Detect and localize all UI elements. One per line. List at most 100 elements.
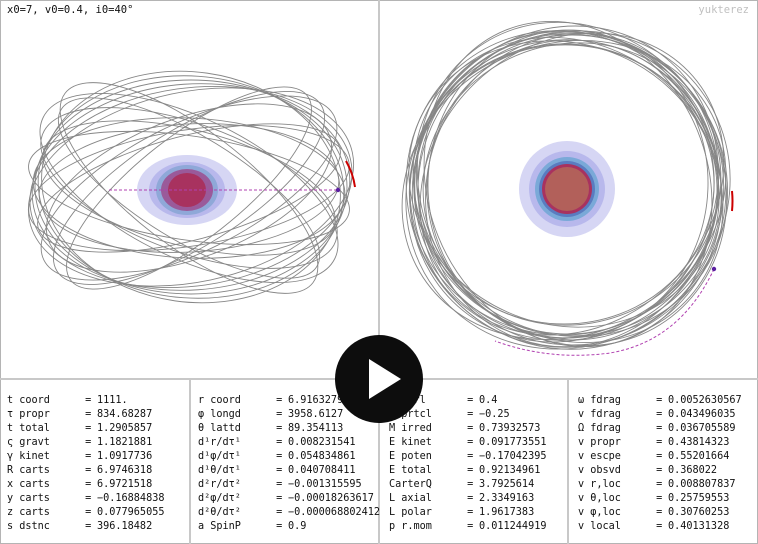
info-row: ς gravt = 1.1821881 [7,436,164,450]
info-value: 0.043496035 [668,409,736,420]
info-label: d²r/dτ² [198,479,241,490]
equals-sign: = [270,395,289,406]
equals-sign: = [650,409,669,420]
info-value: 0.011244919 [479,521,547,532]
info-value: 1.9617383 [479,507,535,518]
info-label: L axial [389,493,432,504]
watermark: yukterez [698,4,749,16]
side-view-plot [27,70,356,304]
equals-sign: = [461,507,480,518]
top-view-plot [401,20,734,356]
particle-top [711,266,717,272]
info-row: v fdrag = 0.043496035 [578,408,742,422]
info-value: 0.077965055 [97,507,165,518]
info-row: p r.mom = 0.011244919 [389,520,546,534]
info-row: a SpinP = 0.9 [198,520,380,534]
info-label: E kinet [389,437,432,448]
equals-sign: = [270,465,289,476]
info-value: 0.92134961 [479,465,541,476]
equals-sign: = [650,493,669,504]
info-value: 0.73932573 [479,423,541,434]
info-label: d¹θ/dτ¹ [198,465,241,476]
info-value: 6.9721518 [97,479,153,490]
info-row: d¹θ/dτ¹ = 0.040708411 [198,464,380,478]
info-value: 0.9 [288,521,307,532]
info-row: d²θ/dτ² = −0.000068802412 [198,506,380,520]
info-value: 834.68287 [97,409,153,420]
info-value: 0.40131328 [668,521,730,532]
equals-sign: = [650,451,669,462]
info-value: 0.43814323 [668,437,730,448]
info-label: z carts [7,507,50,518]
info-label: v local [578,521,621,532]
info-label: v fdrag [578,409,621,420]
equals-sign: = [270,423,289,434]
info-label: d¹φ/dτ¹ [198,451,241,462]
info-row: L polar = 1.9617383 [389,506,546,520]
info-row: z carts = 0.077965055 [7,506,164,520]
info-label: θ lattd [198,423,241,434]
equals-sign: = [270,451,289,462]
info-label: p r.mom [389,521,432,532]
info-label: y carts [7,493,50,504]
equals-sign: = [79,437,98,448]
info-label: v θ,loc [578,493,621,504]
info-value: 0.0052630567 [668,395,742,406]
equals-sign: = [650,521,669,532]
equals-sign: = [79,521,98,532]
info-label: R carts [7,465,50,476]
info-row: M irred = 0.73932573 [389,422,546,436]
play-icon [369,359,401,399]
info-value: −0.16884838 [97,493,165,504]
info-value: −0.00018263617 [288,493,374,504]
info-label: τ propr [7,409,50,420]
info-label: t coord [7,395,50,406]
info-label: Ω fdrag [578,423,621,434]
info-value: 0.4 [479,395,498,406]
info-value: 0.55201664 [668,451,730,462]
info-label: d²θ/dτ² [198,507,241,518]
info-value: −0.001315595 [288,479,362,490]
equals-sign: = [79,507,98,518]
info-value: 1111. [97,395,128,406]
info-value: 0.30760253 [668,507,730,518]
info-label: v escpe [578,451,621,462]
equals-sign: = [650,507,669,518]
info-label: d²φ/dτ² [198,493,241,504]
equals-sign: = [79,451,98,462]
particle-trace-top [731,190,734,212]
info-row: d¹φ/dτ¹ = 0.054834861 [198,450,380,464]
info-value: 1.1821881 [97,437,153,448]
equals-sign: = [461,409,480,420]
info-row: t total = 1.2905857 [7,422,164,436]
info-row: v φ,loc = 0.30760253 [578,506,742,520]
info-row: Ω fdrag = 0.036705589 [578,422,742,436]
equals-sign: = [650,465,669,476]
equals-sign: = [79,409,98,420]
info-label: M irred [389,423,432,434]
equals-sign: = [461,479,480,490]
info-label: v propr [578,437,621,448]
equals-sign: = [461,451,480,462]
view-divider [378,0,380,380]
equals-sign: = [650,437,669,448]
info-value: −0.17042395 [479,451,547,462]
info-row: v obsvd = 0.368022 [578,464,742,478]
info-label: x carts [7,479,50,490]
info-label: a SpinP [198,521,241,532]
play-button[interactable] [335,335,423,423]
info-value: 1.0917736 [97,451,153,462]
info-value: 0.054834861 [288,451,356,462]
info-row: v local = 0.40131328 [578,520,742,534]
info-label: γ kinet [7,451,50,462]
equals-sign: = [461,423,480,434]
info-value: 0.008231541 [288,437,356,448]
info-row: ω fdrag = 0.0052630567 [578,394,742,408]
info-label: E total [389,465,432,476]
column-divider-3 [567,380,569,544]
info-row: E poten = −0.17042395 [389,450,546,464]
info-value: 396.18482 [97,521,153,532]
info-row: d²r/dτ² = −0.001315595 [198,478,380,492]
equals-sign: = [270,479,289,490]
info-value: 0.368022 [668,465,718,476]
